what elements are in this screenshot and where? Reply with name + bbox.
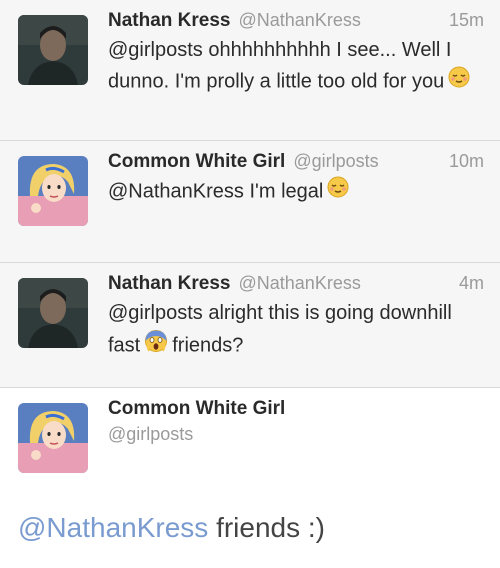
tweet-content: Nathan Kress @NathanKress 15m @girlposts…: [108, 10, 484, 98]
timestamp: 15m: [448, 10, 484, 30]
tweet-content: Common White Girl @girlposts 10m @Nathan…: [108, 151, 484, 208]
avatar[interactable]: [18, 403, 88, 473]
reply-mention[interactable]: @NathanKress: [18, 512, 208, 543]
author-name[interactable]: Common White Girl: [108, 151, 285, 173]
timestamp: 10m: [448, 151, 484, 171]
tweet-content: Nathan Kress @NathanKress 4m @girlposts …: [108, 273, 484, 363]
avatar[interactable]: [18, 278, 88, 348]
author-name[interactable]: Nathan Kress: [108, 10, 231, 32]
tweet-text: @girlposts ohhhhhhhhhh I see... Well I d…: [108, 35, 484, 98]
author-handle[interactable]: @NathanKress: [239, 273, 361, 294]
relieved-face-icon: [327, 176, 349, 208]
conversation-feed: Nathan Kress @NathanKress 15m @girlposts…: [0, 0, 500, 568]
author-name[interactable]: Nathan Kress: [108, 273, 231, 295]
reply-text-field[interactable]: @NathanKress friends :): [18, 512, 325, 544]
reply-body: friends :): [208, 512, 325, 543]
scream-face-icon: [144, 329, 168, 363]
tweet-item[interactable]: Nathan Kress @NathanKress 4m @girlposts …: [0, 263, 500, 388]
tweet-header: Common White Girl @girlposts 10m: [108, 151, 484, 173]
tweet-header: Nathan Kress @NathanKress 4m: [108, 273, 484, 295]
tweet-text: @NathanKress I'm legal: [108, 176, 484, 208]
tweet-text: @girlposts alright this is going downhil…: [108, 298, 484, 363]
author-handle[interactable]: @girlposts: [293, 151, 378, 172]
author-name[interactable]: Common White Girl: [108, 398, 285, 420]
compose-reply-panel: Common White Girl @girlposts @NathanKres…: [0, 388, 500, 568]
tweet-text-part: @girlposts ohhhhhhhhhh I see... Well I d…: [108, 39, 452, 93]
tweet-header: Nathan Kress @NathanKress 15m: [108, 10, 484, 32]
avatar[interactable]: [18, 15, 88, 85]
author-handle[interactable]: @girlposts: [108, 424, 193, 445]
avatar[interactable]: [18, 156, 88, 226]
timestamp: 4m: [458, 273, 484, 293]
tweet-item[interactable]: Nathan Kress @NathanKress 15m @girlposts…: [0, 0, 500, 141]
tweet-text-part: friends?: [172, 334, 244, 357]
author-handle[interactable]: @NathanKress: [239, 10, 361, 31]
relieved-face-icon: [448, 66, 470, 98]
tweet-item[interactable]: Common White Girl @girlposts 10m @Nathan…: [0, 141, 500, 263]
tweet-text-part: @NathanKress I'm legal: [108, 180, 324, 203]
